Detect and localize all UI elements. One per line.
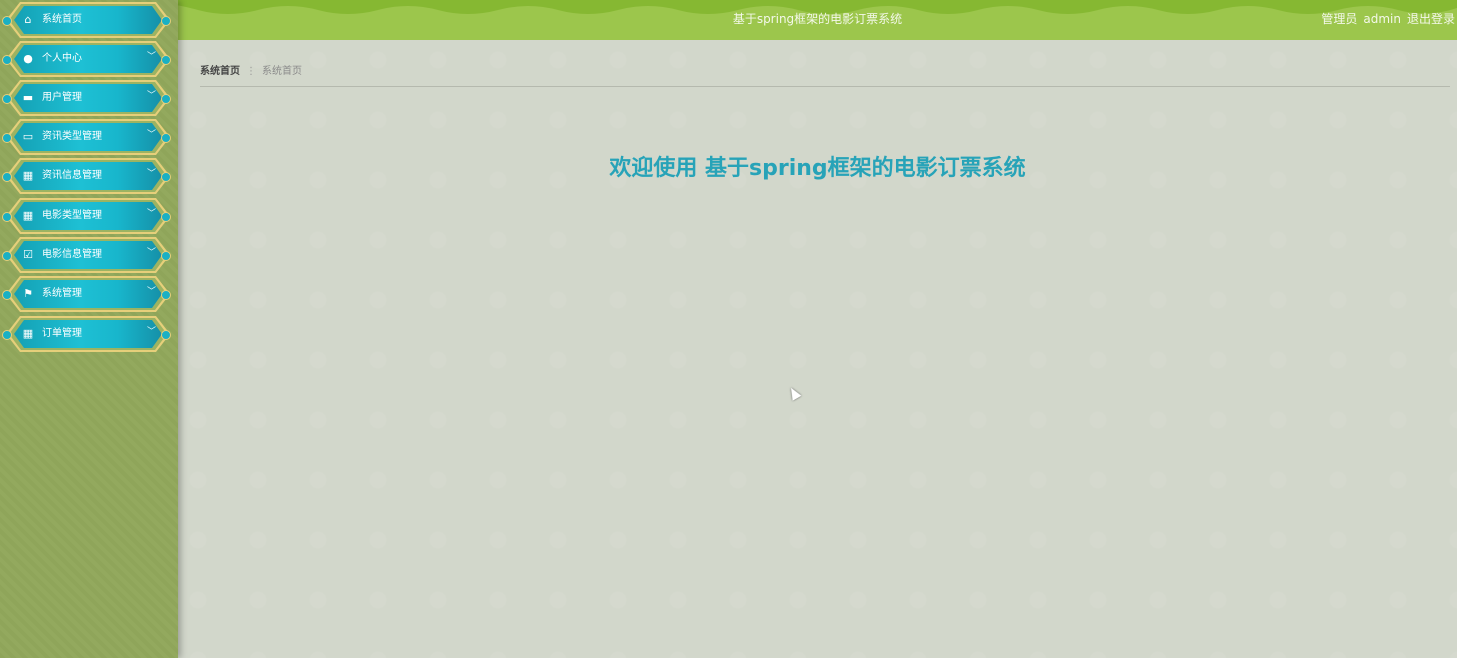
ornament-dot-icon [161, 55, 171, 65]
chevron-down-icon[interactable]: ﹀ [147, 168, 156, 180]
menu-item-body [14, 84, 162, 112]
main-content: 系统首页 ⋮ 系统首页 欢迎使用 基于spring框架的电影订票系统 [178, 40, 1457, 658]
chevron-down-icon[interactable]: ﹀ [147, 247, 156, 259]
chevron-down-icon[interactable]: ﹀ [147, 208, 156, 220]
breadcrumb: 系统首页 ⋮ 系统首页 [200, 62, 302, 77]
grid-icon: ▦ [22, 169, 34, 182]
breadcrumb-divider [200, 86, 1450, 87]
logout-link[interactable]: 退出登录 [1407, 12, 1455, 26]
flag-icon: ⚑ [23, 287, 33, 300]
ornament-dot-icon [161, 94, 171, 104]
sidebar-item-6[interactable]: ☑ 电影信息管理 ﹀ [0, 237, 174, 273]
top-header: 基于spring框架的电影订票系统 管理员 admin 退出登录 [178, 0, 1457, 40]
sidebar-item-label: 资讯信息管理 [42, 170, 102, 181]
ornament-dot-icon [161, 290, 171, 300]
monitor-icon: ▭ [22, 130, 34, 143]
chevron-down-icon[interactable]: ﹀ [147, 286, 156, 298]
chevron-down-icon[interactable]: ﹀ [147, 129, 156, 141]
breadcrumb-current: 系统首页 [262, 66, 302, 77]
user-info: 管理员 admin 退出登录 [1321, 10, 1457, 27]
sidebar-item-label: 电影类型管理 [42, 210, 102, 221]
ornament-dot-icon [161, 172, 171, 182]
sidebar-item-0[interactable]: ⌂ 系统首页 [0, 2, 174, 38]
sidebar-item-3[interactable]: ▭ 资讯类型管理 ﹀ [0, 119, 174, 155]
sidebar-item-label: 订单管理 [42, 328, 82, 339]
welcome-heading: 欢迎使用 基于spring框架的电影订票系统 [609, 156, 1026, 181]
chevron-down-icon[interactable]: ﹀ [147, 90, 156, 102]
ornament-dot-icon [2, 172, 12, 182]
sidebar: ⌂ 系统首页 ● 个人中心 ﹀ ▬ 用户管理 ﹀ ▭ 资讯类型管理 ﹀ ▦ 资讯信息管理 ﹀ ▦ 电影类型管理… [0, 0, 178, 658]
menu-item-body [14, 320, 162, 348]
sidebar-item-8[interactable]: ▦ 订单管理 ﹀ [0, 316, 174, 352]
ornament-dot-icon [161, 212, 171, 222]
mouse-cursor-icon [786, 385, 802, 401]
menu-item-body [14, 280, 162, 308]
grid-icon: ▦ [22, 327, 34, 340]
clipboard-check-icon: ☑ [23, 248, 33, 261]
chevron-down-icon[interactable]: ﹀ [147, 326, 156, 338]
home-icon: ⌂ [24, 13, 32, 26]
ornament-dot-icon [2, 251, 12, 261]
menu-item-body [14, 45, 162, 73]
sidebar-item-1[interactable]: ● 个人中心 ﹀ [0, 41, 174, 77]
sidebar-item-2[interactable]: ▬ 用户管理 ﹀ [0, 80, 174, 116]
ornament-dot-icon [161, 330, 171, 340]
sidebar-item-label: 资讯类型管理 [42, 131, 102, 142]
ornament-dot-icon [2, 133, 12, 143]
breadcrumb-root[interactable]: 系统首页 [200, 66, 240, 77]
sidebar-item-7[interactable]: ⚑ 系统管理 ﹀ [0, 276, 174, 312]
menu-item-body [14, 6, 162, 34]
username: admin [1363, 12, 1401, 26]
ornament-dot-icon [2, 212, 12, 222]
ornament-dot-icon [161, 16, 171, 26]
sidebar-item-4[interactable]: ▦ 资讯信息管理 ﹀ [0, 158, 174, 194]
grid-icon: ▦ [22, 209, 34, 222]
app-title: 基于spring框架的电影订票系统 [732, 12, 903, 26]
ornament-dot-icon [2, 94, 12, 104]
ornament-dot-icon [2, 290, 12, 300]
ornament-dot-icon [161, 133, 171, 143]
breadcrumb-separator: ⋮ [246, 66, 256, 77]
briefcase-icon: ▬ [22, 91, 34, 104]
sidebar-item-5[interactable]: ▦ 电影类型管理 ﹀ [0, 198, 174, 234]
user-role: 管理员 [1321, 12, 1358, 26]
sidebar-item-label: 系统首页 [42, 14, 82, 25]
ornament-dot-icon [2, 55, 12, 65]
sidebar-item-label: 电影信息管理 [42, 249, 102, 260]
ornament-dot-icon [2, 16, 12, 26]
ornament-dot-icon [2, 330, 12, 340]
sidebar-item-label: 系统管理 [42, 288, 82, 299]
ornament-dot-icon [161, 251, 171, 261]
sidebar-item-label: 个人中心 [42, 53, 82, 64]
chevron-down-icon[interactable]: ﹀ [147, 51, 156, 63]
sidebar-item-label: 用户管理 [42, 92, 82, 103]
user-icon: ● [23, 52, 33, 65]
